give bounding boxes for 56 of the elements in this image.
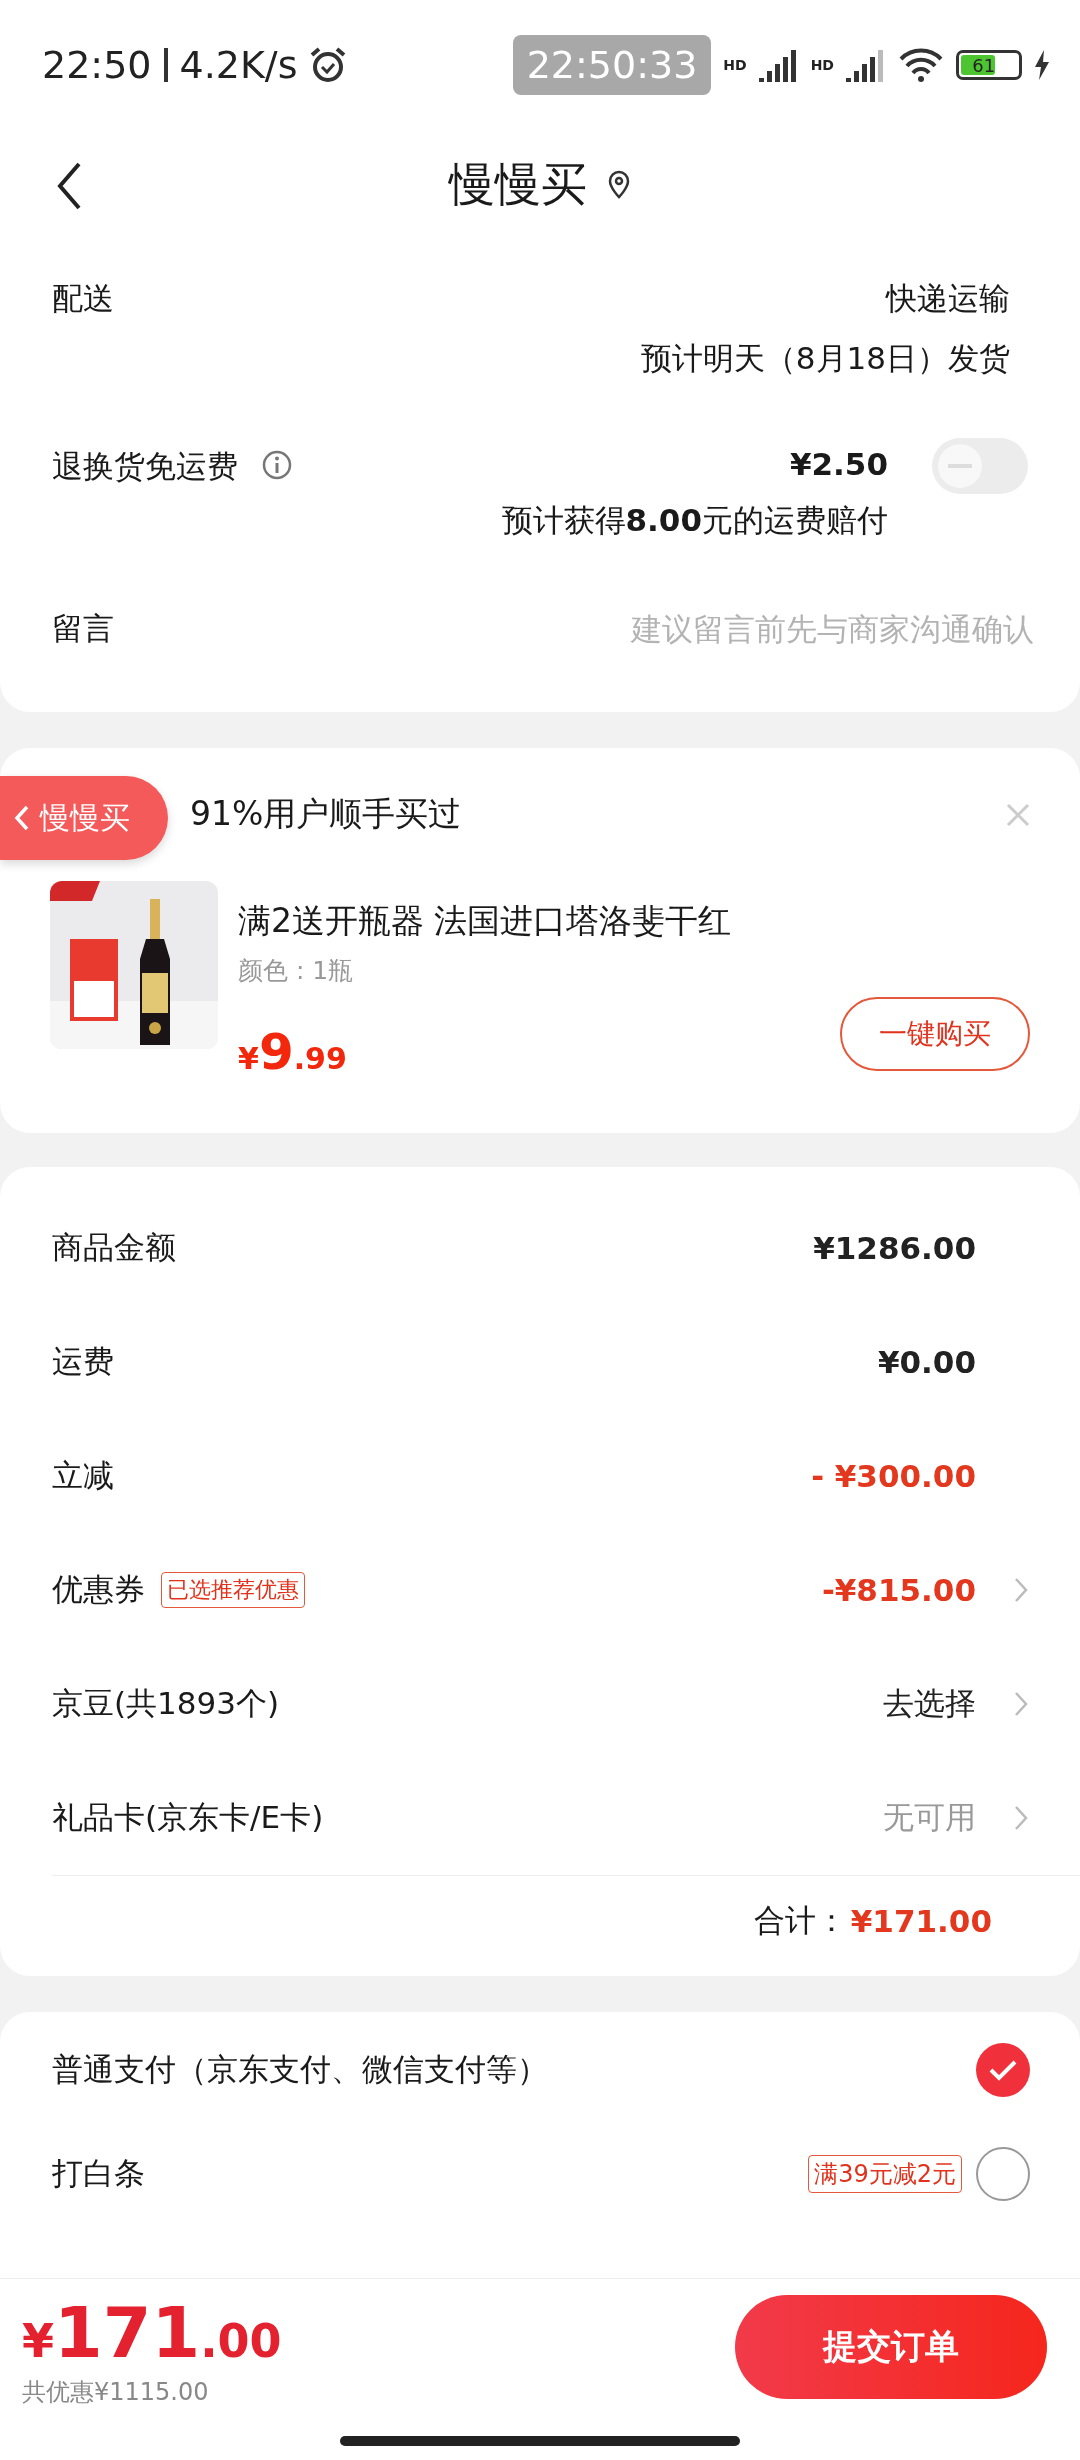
chevron-icon — [1014, 1577, 1028, 1603]
info-icon[interactable] — [262, 450, 292, 480]
savings-text: 共优惠¥1115.00 — [22, 2377, 210, 2408]
signal-icon — [846, 48, 886, 82]
row-label: 退换货免运费 — [52, 447, 238, 486]
final-price: ¥171.00 — [22, 2295, 282, 2372]
total-value: ¥171.00 — [850, 1903, 992, 1939]
row-value: ¥0.00 — [877, 1344, 976, 1380]
network-speed: 4.2K/s — [179, 43, 298, 87]
check-icon — [988, 2059, 1018, 2081]
row-label: 京豆(共1893个) — [52, 1684, 280, 1723]
compensation-note: 预计获得8.00元的运费赔付 — [501, 501, 888, 540]
status-time: 22:50 — [42, 43, 152, 87]
row-label: 商品金额 — [52, 1228, 176, 1267]
network-label: HD — [810, 57, 834, 73]
page-title: 慢慢买 — [449, 156, 587, 213]
back-icon — [14, 804, 30, 832]
row-label: 留言 — [52, 609, 114, 648]
row-label: 运费 — [52, 1342, 114, 1381]
close-icon[interactable] — [1006, 802, 1030, 827]
radio-button[interactable] — [976, 2147, 1030, 2201]
row-label: 礼品卡(京东卡/E卡) — [52, 1798, 324, 1837]
insurance-price: ¥2.50 — [789, 446, 888, 482]
battery-level: 61 — [972, 54, 996, 76]
payment-option[interactable]: 普通支付（京东支付、微信支付等） — [52, 2049, 548, 2091]
product-name[interactable]: 满2送开瓶器 法国进口塔洛斐干红 — [238, 899, 1030, 944]
shipping-method[interactable]: 快递运输 — [886, 278, 1010, 320]
buy-now-button[interactable]: 一键购买 — [840, 997, 1030, 1071]
chevron-icon — [1014, 1805, 1028, 1831]
toggle-switch[interactable] — [932, 438, 1028, 494]
coupon-tag: 已选推荐优惠 — [161, 1572, 305, 1608]
recommend-title: 91%用户顺手买过 — [190, 793, 462, 835]
total-label: 合计： — [753, 1901, 847, 1940]
submit-order-button[interactable]: 提交订单 — [735, 2295, 1047, 2399]
product-price: ¥9.99 — [238, 1023, 347, 1081]
row-label: 优惠券 — [52, 1570, 145, 1609]
shipping-estimate: 预计明天（8月18日）发货 — [640, 339, 1010, 378]
wifi-icon — [898, 47, 944, 83]
promo-tag: 满39元减2元 — [808, 2155, 962, 2193]
row-value: ¥1286.00 — [813, 1230, 976, 1266]
network-label: HD — [723, 57, 747, 73]
row-value: - ¥300.00 — [811, 1458, 976, 1494]
separator-bar — [163, 48, 168, 82]
row-value[interactable]: -¥815.00 — [821, 1572, 976, 1608]
clock-pill: 22:50:33 — [512, 35, 712, 95]
row-value[interactable]: 去选择 — [883, 1683, 976, 1725]
location-pin-icon — [607, 170, 631, 200]
chevron-icon — [1014, 1691, 1028, 1717]
signal-icon — [758, 48, 799, 82]
charging-icon — [1034, 50, 1050, 80]
row-label: 配送 — [52, 279, 114, 318]
row-label: 立减 — [52, 1456, 114, 1495]
radio-button[interactable] — [976, 2043, 1030, 2097]
product-variant: 颜色 : 1瓶 — [238, 955, 355, 987]
payment-option[interactable]: 打白条 — [52, 2153, 145, 2195]
alarm-icon — [309, 46, 348, 84]
